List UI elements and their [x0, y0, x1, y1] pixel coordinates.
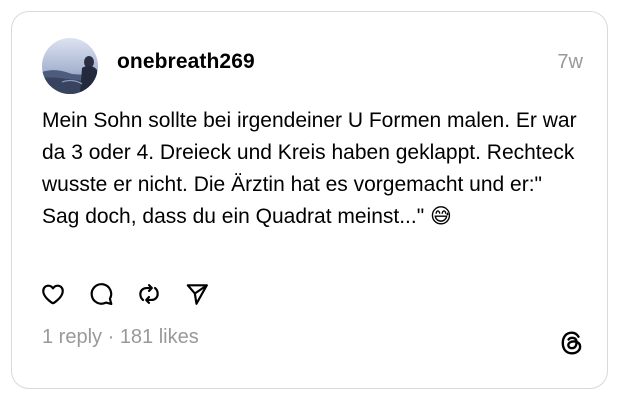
like-button[interactable]: [40, 281, 66, 307]
heart-icon: [42, 284, 64, 305]
post-actions: [40, 281, 232, 307]
comment-icon: [90, 283, 113, 306]
repost-icon: [139, 284, 159, 304]
avatar-image: [42, 38, 98, 94]
username[interactable]: onebreath269: [117, 50, 255, 74]
avatar[interactable]: [42, 38, 98, 94]
repost-button[interactable]: [136, 281, 162, 307]
post-text: Mein Sohn sollte bei irgendeiner U Forme…: [42, 109, 577, 228]
replies-count[interactable]: 1 reply: [42, 326, 102, 348]
threads-logo-icon[interactable]: [559, 330, 585, 356]
post-stats: 1 reply · 181 likes: [42, 326, 199, 349]
post-timestamp[interactable]: 7w: [557, 51, 583, 74]
likes-count[interactable]: 181 likes: [120, 326, 199, 348]
threads-logo-glyph: [561, 331, 582, 355]
share-icon: [186, 284, 208, 305]
threads-post-card: onebreath269 7w Mein Sohn sollte bei irg…: [11, 11, 608, 389]
reply-button[interactable]: [88, 281, 114, 307]
stats-separator: ·: [102, 326, 120, 348]
share-button[interactable]: [184, 281, 210, 307]
